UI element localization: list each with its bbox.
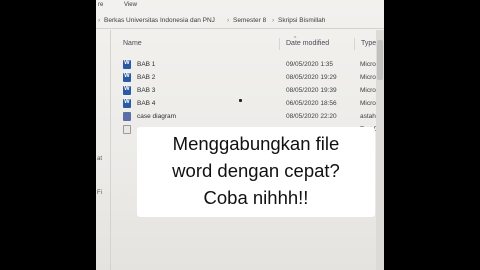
caption-line: Coba nihhh!! (203, 187, 309, 208)
column-header-name[interactable]: Name (123, 40, 142, 47)
mouse-cursor-icon (239, 99, 242, 102)
file-row[interactable]: case diagram 08/05/2020 22:20 astah-p (96, 111, 384, 123)
scrollbar-thumb[interactable] (377, 40, 383, 80)
breadcrumb-item-semester[interactable]: Semester 8 (233, 17, 266, 24)
menu-item-share[interactable]: re (98, 2, 103, 8)
file-name: BAB 3 (137, 87, 156, 94)
caption-overlay: Menggabungkan file word dengan cepat? Co… (137, 127, 375, 217)
file-name: BAB 2 (137, 74, 156, 81)
file-name: BAB 4 (137, 100, 156, 107)
file-name: case diagram (137, 113, 177, 120)
menu-item-view[interactable]: View (124, 2, 137, 8)
file-date: 06/05/2020 18:56 (286, 100, 337, 107)
column-divider[interactable] (279, 38, 280, 50)
breadcrumb-separator: › (227, 17, 230, 24)
menu-bar: re View (96, 0, 384, 11)
breadcrumb-separator: › (272, 17, 275, 24)
file-date: 09/05/2020 1:35 (286, 61, 333, 68)
address-bar[interactable]: › Berkas Universitas Indonesia dan PNJ ›… (96, 14, 384, 29)
breadcrumb-item-berkas[interactable]: Berkas Universitas Indonesia dan PNJ (104, 17, 215, 24)
column-header-type[interactable]: Type (361, 40, 376, 47)
column-divider[interactable] (354, 38, 355, 50)
vertical-scrollbar[interactable] (376, 30, 384, 270)
word-doc-icon (123, 73, 131, 82)
nav-pane-label[interactable]: at (97, 156, 102, 162)
file-row[interactable]: BAB 3 08/05/2020 19:39 Micros (96, 85, 384, 97)
column-header-date[interactable]: Date modified (286, 40, 329, 47)
breadcrumb-item-skripsi[interactable]: Skripsi Bismillah (278, 17, 325, 24)
file-date: 08/05/2020 19:39 (286, 87, 337, 94)
file-row[interactable]: BAB 2 08/05/2020 19:29 Micros (96, 72, 384, 84)
file-name: BAB 1 (137, 61, 156, 68)
file-row[interactable]: BAB 1 09/05/2020 1:35 Micros (96, 59, 384, 71)
word-doc-icon (123, 86, 131, 95)
file-date: 08/05/2020 22:20 (286, 113, 337, 120)
word-doc-icon (123, 60, 131, 69)
word-doc-icon (123, 99, 131, 108)
text-file-icon (123, 125, 131, 134)
breadcrumb-arrow-icon: › (98, 17, 101, 24)
caption-line: word dengan cepat? (172, 160, 340, 181)
diagram-file-icon (123, 112, 131, 121)
file-date: 08/05/2020 19:29 (286, 74, 337, 81)
caption-line: Menggabungkan file (172, 133, 340, 154)
nav-pane-label[interactable]: Fi (97, 190, 102, 196)
